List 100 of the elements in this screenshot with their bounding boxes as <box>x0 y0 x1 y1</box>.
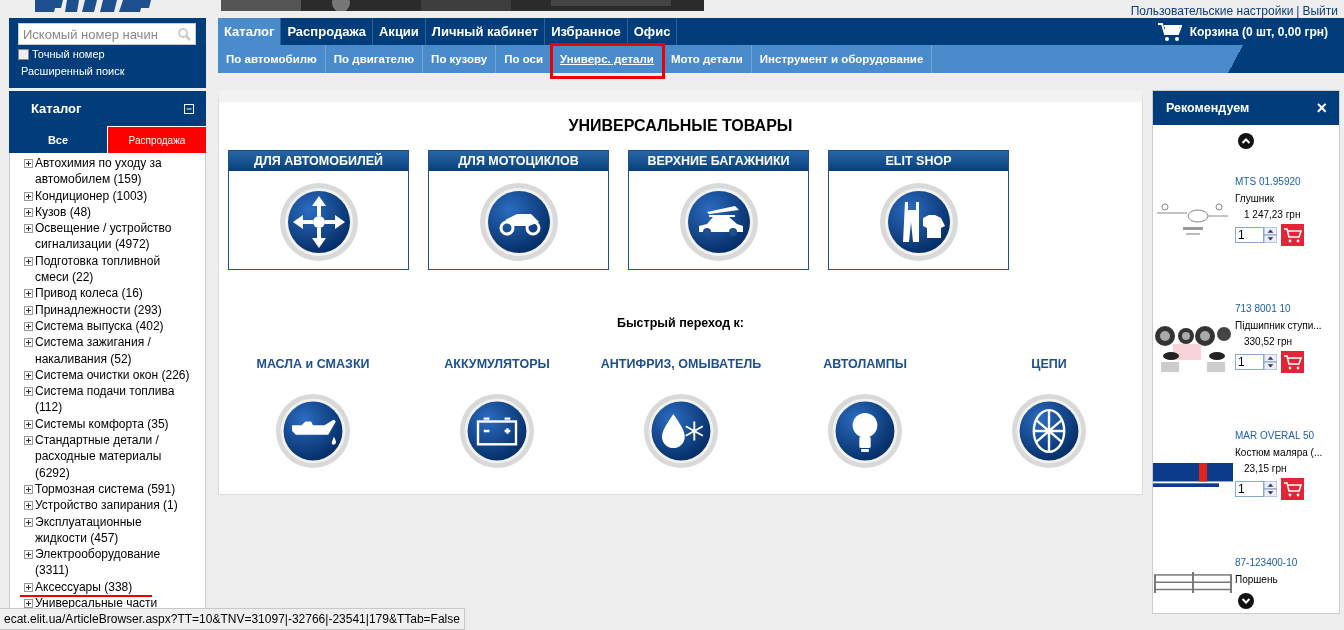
expand-icon[interactable] <box>24 484 33 494</box>
add-to-cart-button[interactable] <box>1281 478 1304 500</box>
sub-tab[interactable]: Универс. детали <box>552 45 663 73</box>
spinner-icon[interactable] <box>1264 227 1277 243</box>
add-to-cart-button[interactable] <box>1281 224 1304 246</box>
catalog-title: Каталог <box>31 101 82 116</box>
sub-tab[interactable]: По оси <box>496 45 553 73</box>
expand-icon[interactable] <box>24 159 33 168</box>
expand-icon[interactable] <box>24 370 33 380</box>
antifreeze-icon[interactable] <box>643 393 719 469</box>
product-price: 330,52 грн <box>1244 336 1294 347</box>
spinner-icon[interactable] <box>1264 354 1277 370</box>
quick-link[interactable]: МАСЛА и СМАЗКИ <box>256 357 370 371</box>
expand-icon[interactable] <box>24 550 33 560</box>
settings-link[interactable]: Пользовательские настройки <box>1130 4 1294 18</box>
oil-icon[interactable] <box>275 393 351 469</box>
product-name: Глушник <box>1235 193 1276 205</box>
page-title: УНИВЕРСАЛЬНЫЕ ТОВАРЫ <box>567 117 794 135</box>
category-card[interactable]: ДЛЯ АВТОМОБИЛЕЙ <box>228 150 409 270</box>
scroll-up-icon[interactable] <box>1238 133 1254 149</box>
sub-tab[interactable]: По двигателю <box>325 45 424 73</box>
quick-link[interactable]: АВТОЛАМПЫ <box>823 357 907 371</box>
roofbox-icon[interactable] <box>678 182 759 262</box>
product-code[interactable]: MTS 01.95920 <box>1235 175 1304 189</box>
checkbox-label: Точный номер <box>32 48 105 60</box>
filter-tab[interactable]: Распродажа <box>107 126 206 153</box>
sub-tab[interactable]: Мото детали <box>662 45 752 73</box>
logout-link[interactable]: Выйти <box>1302 4 1338 18</box>
bulb-icon[interactable] <box>827 393 903 469</box>
quick-link[interactable]: АККУМУЛЯТОРЫ <box>444 357 550 371</box>
collapse-icon[interactable] <box>184 103 194 114</box>
tree-item[interactable]: Устройство запирания (1) <box>35 497 195 514</box>
tree-item[interactable]: Система зажигания / накаливания (52) <box>35 334 195 367</box>
expand-icon[interactable] <box>24 191 33 201</box>
expand-icon[interactable] <box>24 387 33 397</box>
category-card[interactable]: ELIT SHOP <box>828 150 1009 270</box>
chain-icon[interactable] <box>1011 393 1087 469</box>
expand-icon[interactable] <box>24 256 33 266</box>
expand-icon[interactable] <box>24 321 33 331</box>
tree-item[interactable]: Кондиционер (1003) <box>35 187 195 204</box>
product-name: Поршень <box>1235 574 1279 586</box>
expand-icon[interactable] <box>24 582 33 592</box>
tree-item[interactable]: Кузов (48) <box>35 203 195 221</box>
advanced-search-link[interactable]: Расширенный поиск <box>21 65 125 77</box>
battery-icon[interactable] <box>459 393 535 469</box>
expand-icon[interactable] <box>24 419 33 429</box>
close-button[interactable]: × <box>1316 97 1327 119</box>
tree-item[interactable]: Электрооборудование (3311) <box>35 546 195 579</box>
search-icon <box>177 27 191 41</box>
expand-icon[interactable] <box>24 436 33 446</box>
sub-tab[interactable]: Инструмент и оборудование <box>751 45 933 73</box>
panel-title: Рекомендуем <box>1166 101 1250 115</box>
expand-icon[interactable] <box>24 305 33 315</box>
category-card[interactable]: ДЛЯ МОТОЦИКЛОВ <box>428 150 609 270</box>
tree-item[interactable]: Система подачи топлива (112) <box>35 383 195 416</box>
search-field[interactable]: Искомый номер начин <box>18 23 196 45</box>
quick-link[interactable]: ЦЕПИ <box>1031 357 1067 371</box>
product-price: 23,15 грн <box>1244 463 1288 474</box>
expand-icon[interactable] <box>24 224 33 234</box>
quantity-field[interactable]: 1 <box>1235 481 1264 497</box>
exact-number-checkbox[interactable] <box>18 48 29 60</box>
tree-item[interactable]: Освещение / устройство сигнализации (4972) <box>35 220 195 253</box>
status-bar: ecat.elit.ua/ArticleBrowser.aspx?TT=10&TNV=31097|-32766|-23541|179&TTab=False <box>0 608 465 630</box>
cart-icon[interactable] <box>1157 21 1182 42</box>
expand-icon[interactable] <box>24 599 33 608</box>
quick-link[interactable]: АНТИФРИЗ, ОМЫВАТЕЛЬ <box>600 357 762 371</box>
tree-item[interactable]: Эксплуатационные жидкости (457) <box>35 513 195 547</box>
cart-summary[interactable]: Корзина (0 шт, 0,00 грн) <box>1189 24 1328 39</box>
tree-item[interactable]: Стандартные детали / расходные материалы (6292) <box>35 432 195 481</box>
tree-item[interactable]: Тормозная система (591) <box>35 480 195 498</box>
expand-icon[interactable] <box>24 207 33 217</box>
spinner-icon[interactable] <box>1264 481 1277 497</box>
expand-icon[interactable] <box>24 289 33 299</box>
expand-icon[interactable] <box>24 517 33 527</box>
tree-item[interactable]: Система выпуска (402) <box>35 317 195 335</box>
product-code[interactable]: 713 8001 10 <box>1235 302 1322 316</box>
product-code[interactable]: MAR OVERAL 50 <box>1235 429 1323 443</box>
add-to-cart-button[interactable] <box>1281 351 1304 373</box>
product-code[interactable]: 87-123400-10 <box>1235 556 1298 570</box>
expand-icon[interactable] <box>24 338 33 348</box>
tree-item[interactable]: Принадлежности (293) <box>35 301 195 318</box>
quick-title: Быстрый переход к: <box>615 316 746 330</box>
separator: | <box>1296 4 1300 18</box>
sub-tab[interactable]: По автомобилю <box>218 45 326 73</box>
expand-icon[interactable] <box>24 501 33 511</box>
tree-item[interactable]: Автохимия по уходу за автомобилем (159) <box>35 155 195 188</box>
tree-item[interactable]: Подготовка топливной смеси (22) <box>35 252 195 286</box>
category-card[interactable]: ВЕРХНИЕ БАГАЖНИКИ <box>628 150 809 270</box>
nav-tab[interactable]: Каталог <box>218 18 282 45</box>
sub-tab[interactable]: По кузову <box>423 45 497 73</box>
quantity-field[interactable]: 1 <box>1235 354 1264 370</box>
tree-item[interactable]: Системы комфорта (35) <box>35 415 195 433</box>
quantity-field[interactable]: 1 <box>1235 227 1264 243</box>
tree-item[interactable]: Система очистки окон (226) <box>35 366 195 384</box>
tree-item[interactable]: Привод колеса (16) <box>35 285 195 302</box>
product-name: Костюм маляра (... <box>1235 447 1323 459</box>
tree-item[interactable]: Аксессуары (338) <box>35 578 195 595</box>
clothes-icon[interactable] <box>878 182 959 262</box>
scroll-down-icon[interactable] <box>1238 593 1254 609</box>
arrows-icon[interactable] <box>278 182 359 262</box>
